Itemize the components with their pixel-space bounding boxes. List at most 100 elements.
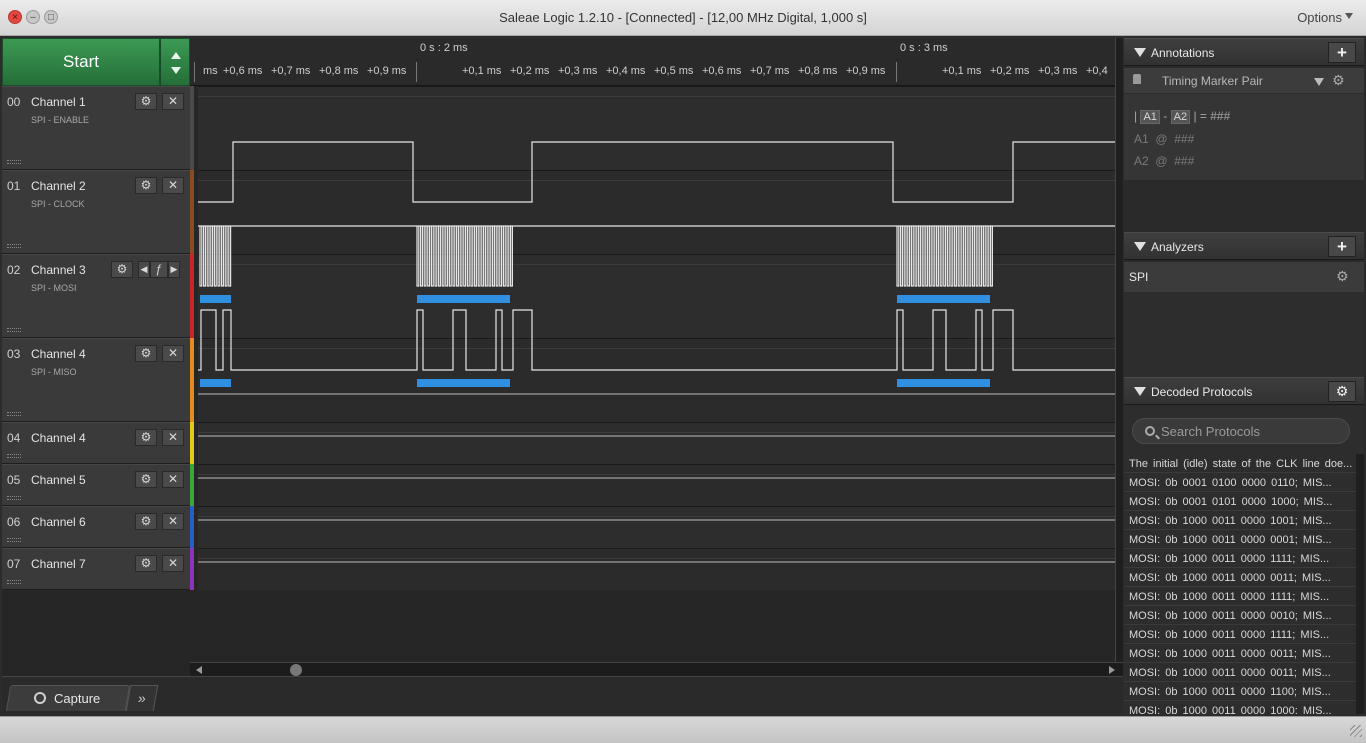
drag-handle-icon[interactable] bbox=[7, 328, 21, 332]
protocol-list-scrollbar[interactable] bbox=[1356, 454, 1364, 714]
list-item[interactable]: MOSI: 0b 1000 0011 0000 1111; MIS... bbox=[1124, 549, 1356, 568]
time-ruler[interactable]: 0 s : 2 ms 0 s : 3 ms ms +0,6 ms +0,7 ms… bbox=[190, 38, 1116, 86]
channel-name[interactable]: Channel 7 bbox=[31, 557, 86, 571]
drag-handle-icon[interactable] bbox=[7, 538, 21, 542]
channel-row[interactable]: 02 Channel 3 SPI - MOSI ⚙ ◀ ƒ ▶ bbox=[2, 254, 190, 338]
gear-icon[interactable]: ⚙ bbox=[1336, 268, 1349, 285]
vertical-scrollbar[interactable] bbox=[1115, 38, 1123, 662]
search-input[interactable] bbox=[1161, 422, 1341, 440]
channel-lane bbox=[198, 548, 1115, 590]
list-item[interactable]: MOSI: 0b 0001 0100 0000 0110; MIS... bbox=[1124, 473, 1356, 492]
list-item[interactable]: MOSI: 0b 1000 0011 0000 0011; MIS... bbox=[1124, 568, 1356, 587]
protocol-list[interactable]: The initial (idle) state of the CLK line… bbox=[1124, 454, 1356, 714]
drag-handle-icon[interactable] bbox=[7, 160, 21, 164]
channel-name[interactable]: Channel 1 bbox=[31, 95, 86, 109]
list-item[interactable]: MOSI: 0b 1000 0011 0000 1111; MIS... bbox=[1124, 587, 1356, 606]
channel-name[interactable]: Channel 6 bbox=[31, 515, 86, 529]
annotations-title: Annotations bbox=[1151, 46, 1215, 60]
add-annotation-button[interactable]: + bbox=[1328, 42, 1356, 63]
close-icon[interactable]: ✕ bbox=[162, 555, 184, 572]
gear-icon[interactable]: ⚙ bbox=[111, 261, 133, 278]
start-button[interactable]: Start bbox=[2, 38, 160, 86]
drag-handle-icon[interactable] bbox=[7, 454, 21, 458]
horizontal-scrollbar[interactable] bbox=[190, 662, 1123, 676]
list-item[interactable]: MOSI: 0b 1000 0011 0000 1001; MIS... bbox=[1124, 511, 1356, 530]
more-tabs-button[interactable]: » bbox=[125, 685, 159, 711]
channel-row[interactable]: 03 Channel 4 SPI - MISO ⚙ ✕ bbox=[2, 338, 190, 422]
collapse-caret-icon[interactable] bbox=[1134, 387, 1146, 396]
list-item[interactable]: MOSI: 0b 0001 0101 0000 1000; MIS... bbox=[1124, 492, 1356, 511]
list-item[interactable]: MOSI: 0b 1000 0011 0000 1000; MIS... bbox=[1124, 701, 1356, 714]
analyzers-header[interactable]: Analyzers + bbox=[1124, 232, 1364, 260]
close-icon[interactable]: ✕ bbox=[162, 177, 184, 194]
marker-b-button[interactable]: A2 bbox=[1170, 110, 1191, 124]
channel-row[interactable]: 00 Channel 1 SPI - ENABLE ⚙ ✕ bbox=[2, 86, 190, 170]
ruler-minor-label: +0,1 ms bbox=[942, 65, 982, 77]
channel-name[interactable]: Channel 4 bbox=[31, 431, 86, 445]
gear-icon[interactable]: ⚙ bbox=[135, 429, 157, 446]
scroll-left-icon[interactable] bbox=[196, 666, 202, 674]
marker-type-dropdown[interactable]: Timing Marker Pair ⚙ bbox=[1124, 68, 1364, 94]
drag-handle-icon[interactable] bbox=[7, 496, 21, 500]
gear-icon[interactable]: ⚙ bbox=[135, 345, 157, 362]
drag-handle-icon[interactable] bbox=[7, 412, 21, 416]
scroll-right-icon[interactable] bbox=[1109, 666, 1115, 674]
list-item[interactable]: MOSI: 0b 1000 0011 0000 1111; MIS... bbox=[1124, 625, 1356, 644]
close-icon[interactable]: ✕ bbox=[162, 513, 184, 530]
channel-row[interactable]: 05 Channel 5 ⚙ ✕ bbox=[2, 464, 190, 506]
gear-icon[interactable]: ⚙ bbox=[1332, 72, 1345, 89]
options-menu[interactable]: Options bbox=[1297, 10, 1342, 25]
chevron-down-icon[interactable] bbox=[1345, 13, 1353, 19]
channel-name[interactable]: Channel 3 bbox=[31, 263, 86, 277]
drag-handle-icon[interactable] bbox=[7, 580, 21, 584]
drag-handle-icon[interactable] bbox=[7, 244, 21, 248]
gear-icon[interactable]: ⚙ bbox=[1328, 381, 1356, 402]
gear-icon[interactable]: ⚙ bbox=[135, 177, 157, 194]
channel-number: 05 bbox=[7, 473, 21, 487]
close-icon[interactable]: ✕ bbox=[162, 93, 184, 110]
channel-name[interactable]: Channel 4 bbox=[31, 347, 86, 361]
collapse-caret-icon[interactable] bbox=[1134, 242, 1146, 251]
close-icon[interactable]: ✕ bbox=[162, 471, 184, 488]
gear-icon[interactable]: ⚙ bbox=[135, 555, 157, 572]
list-item[interactable]: MOSI: 0b 1000 0011 0000 0001; MIS... bbox=[1124, 530, 1356, 549]
resize-grip-icon[interactable] bbox=[1350, 725, 1362, 737]
waveform-view[interactable] bbox=[198, 86, 1115, 592]
chevron-down-icon[interactable] bbox=[1314, 78, 1324, 86]
search-box[interactable] bbox=[1132, 418, 1350, 444]
chevron-right-icon[interactable]: ▶ bbox=[168, 261, 180, 278]
trigger-edge-icon[interactable]: ƒ bbox=[150, 261, 168, 278]
list-item[interactable]: MOSI: 0b 1000 0011 0000 0011; MIS... bbox=[1124, 644, 1356, 663]
tab-capture-label[interactable]: Capture bbox=[54, 691, 100, 706]
analyzer-item[interactable]: SPI ⚙ bbox=[1124, 262, 1364, 292]
channel-lane bbox=[198, 464, 1115, 506]
channel-row[interactable]: 07 Channel 7 ⚙ ✕ bbox=[2, 548, 190, 590]
decoded-protocols-header[interactable]: Decoded Protocols ⚙ bbox=[1124, 377, 1364, 405]
scroll-thumb[interactable] bbox=[290, 664, 302, 676]
gear-icon[interactable]: ⚙ bbox=[135, 513, 157, 530]
marker-a-button[interactable]: A1 bbox=[1140, 110, 1160, 124]
annotations-header[interactable]: Annotations + bbox=[1124, 38, 1364, 66]
chevron-left-icon[interactable]: ◀ bbox=[138, 261, 150, 278]
channel-row[interactable]: 01 Channel 2 SPI - CLOCK ⚙ ✕ bbox=[2, 170, 190, 254]
ruler-minor-label: +0,8 ms bbox=[798, 65, 838, 77]
add-analyzer-button[interactable]: + bbox=[1328, 236, 1356, 257]
list-item[interactable]: MOSI: 0b 1000 0011 0000 0010; MIS... bbox=[1124, 606, 1356, 625]
channel-number: 06 bbox=[7, 515, 21, 529]
channel-name[interactable]: Channel 2 bbox=[31, 179, 86, 193]
channel-row[interactable]: 04 Channel 4 ⚙ ✕ bbox=[2, 422, 190, 464]
start-options-button[interactable] bbox=[160, 38, 190, 86]
channel-row[interactable]: 06 Channel 6 ⚙ ✕ bbox=[2, 506, 190, 548]
list-item[interactable]: MOSI: 0b 1000 0011 0000 1100; MIS... bbox=[1124, 682, 1356, 701]
channel-name[interactable]: Channel 5 bbox=[31, 473, 86, 487]
close-icon[interactable]: ✕ bbox=[162, 345, 184, 362]
close-icon[interactable]: ✕ bbox=[162, 429, 184, 446]
gear-icon[interactable]: ⚙ bbox=[135, 471, 157, 488]
marker-type-label[interactable]: Timing Marker Pair bbox=[1162, 74, 1263, 88]
list-item[interactable]: MOSI: 0b 1000 0011 0000 0011; MIS... bbox=[1124, 663, 1356, 682]
channel-lane bbox=[198, 86, 1115, 170]
pin-icon bbox=[1133, 74, 1141, 84]
list-item[interactable]: The initial (idle) state of the CLK line… bbox=[1124, 454, 1356, 473]
gear-icon[interactable]: ⚙ bbox=[135, 93, 157, 110]
collapse-caret-icon[interactable] bbox=[1134, 48, 1146, 57]
